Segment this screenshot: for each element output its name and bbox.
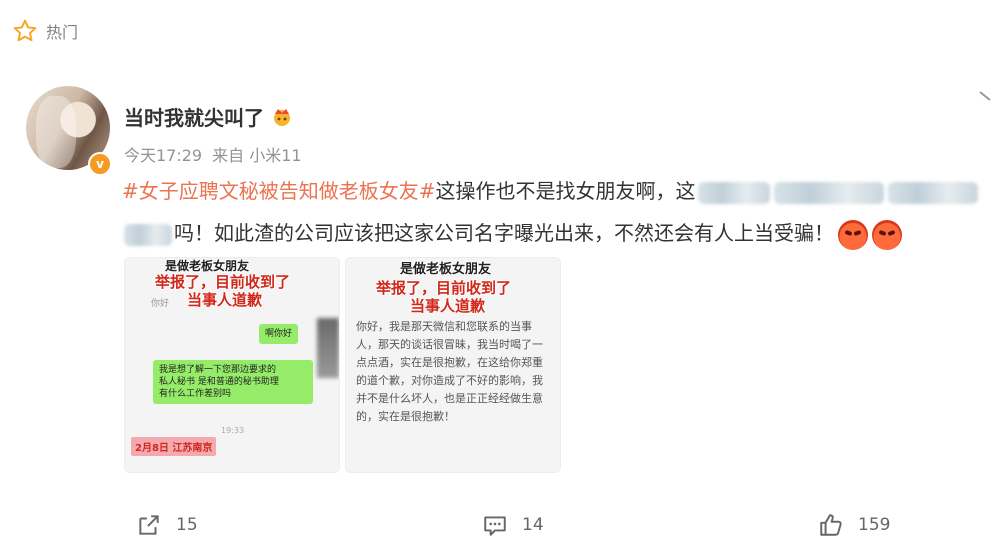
hot-label: 热门 (46, 23, 79, 42)
chevron-down-icon[interactable] (976, 84, 992, 108)
blurred-text (887, 181, 978, 204)
post-text-part2: 吗！如此渣的公司应该把这家公司名字曝光出来，不然还会有人上当受骗！ (174, 221, 834, 245)
topic-link[interactable]: #女子应聘文秘被告知做老板女友# (122, 179, 436, 203)
image-overlay-line1: 举报了，目前收到了 (155, 273, 291, 291)
post-meta: 今天17:29 来自 小米11 (124, 142, 302, 166)
like-button[interactable]: 159 (818, 512, 890, 538)
crown-icon (274, 108, 290, 126)
image-overlay-line2: 当事人道歉 (187, 291, 263, 309)
repost-button[interactable]: 15 (136, 512, 198, 538)
username[interactable]: 当时我就尖叫了 (124, 102, 264, 131)
chat-bubble-left: 你好 (151, 299, 170, 309)
comment-icon (484, 516, 506, 536)
post-text-part1: 这操作也不是找女朋友啊，这 (435, 179, 696, 203)
avatar[interactable]: v (26, 86, 112, 176)
comment-count: 14 (522, 515, 544, 535)
blurred-text (124, 223, 172, 246)
thumbs-up-icon (820, 514, 842, 536)
post-image-1[interactable]: 是做老板女朋友 举报了，目前收到了 当事人道歉 你好 啊你好 我是想了解一下您那… (124, 257, 340, 473)
angry-emoji-icon (838, 219, 868, 250)
blurred-text (697, 181, 770, 204)
star-icon (13, 19, 37, 42)
angry-emoji-icon (872, 219, 902, 250)
post-time[interactable]: 今天17:29 (124, 142, 202, 166)
like-count: 159 (858, 515, 891, 535)
comment-button[interactable]: 14 (482, 512, 544, 538)
chat-timestamp: 19:33 (221, 426, 245, 435)
vip-badge-icon: v (88, 152, 112, 176)
image-overlay-top: 是做老板女朋友 (400, 262, 492, 277)
chat-bubble-green: 我是想了解一下您那边要求的 私人秘书 是和普通的秘书助理 有什么工作差别吗 (153, 360, 313, 404)
repost-count: 15 (176, 515, 198, 535)
post-source: 来自 小米11 (212, 146, 302, 165)
apology-text: 你好，我是那天微信和您联系的当事人，那天的谈话很冒昧，我当时喝了一点点酒，实在是… (356, 320, 543, 423)
user-line: 当时我就尖叫了 (124, 102, 294, 131)
image-overlay-line2: 当事人道歉 (410, 297, 486, 315)
chat-bubble-right: 啊你好 (259, 324, 299, 344)
image-overlay-top: 是做老板女朋友 (165, 259, 250, 273)
post-image-2[interactable]: 是做老板女朋友 举报了，目前收到了 当事人道歉 你好，我是那天微信和您联系的当事… (345, 257, 561, 473)
blurred-text (773, 181, 884, 204)
image-overlay-line1: 举报了，目前收到了 (376, 279, 512, 297)
share-icon (139, 515, 159, 535)
hot-tab[interactable]: 热门 (12, 16, 78, 46)
post-text: #女子应聘文秘被告知做老板女友#这操作也不是找女朋友啊，这 吗！如此渣的公司应该… (122, 170, 988, 254)
date-location-tag: 2月8日 江苏南京 (131, 437, 217, 456)
blurred-avatar (317, 318, 339, 378)
